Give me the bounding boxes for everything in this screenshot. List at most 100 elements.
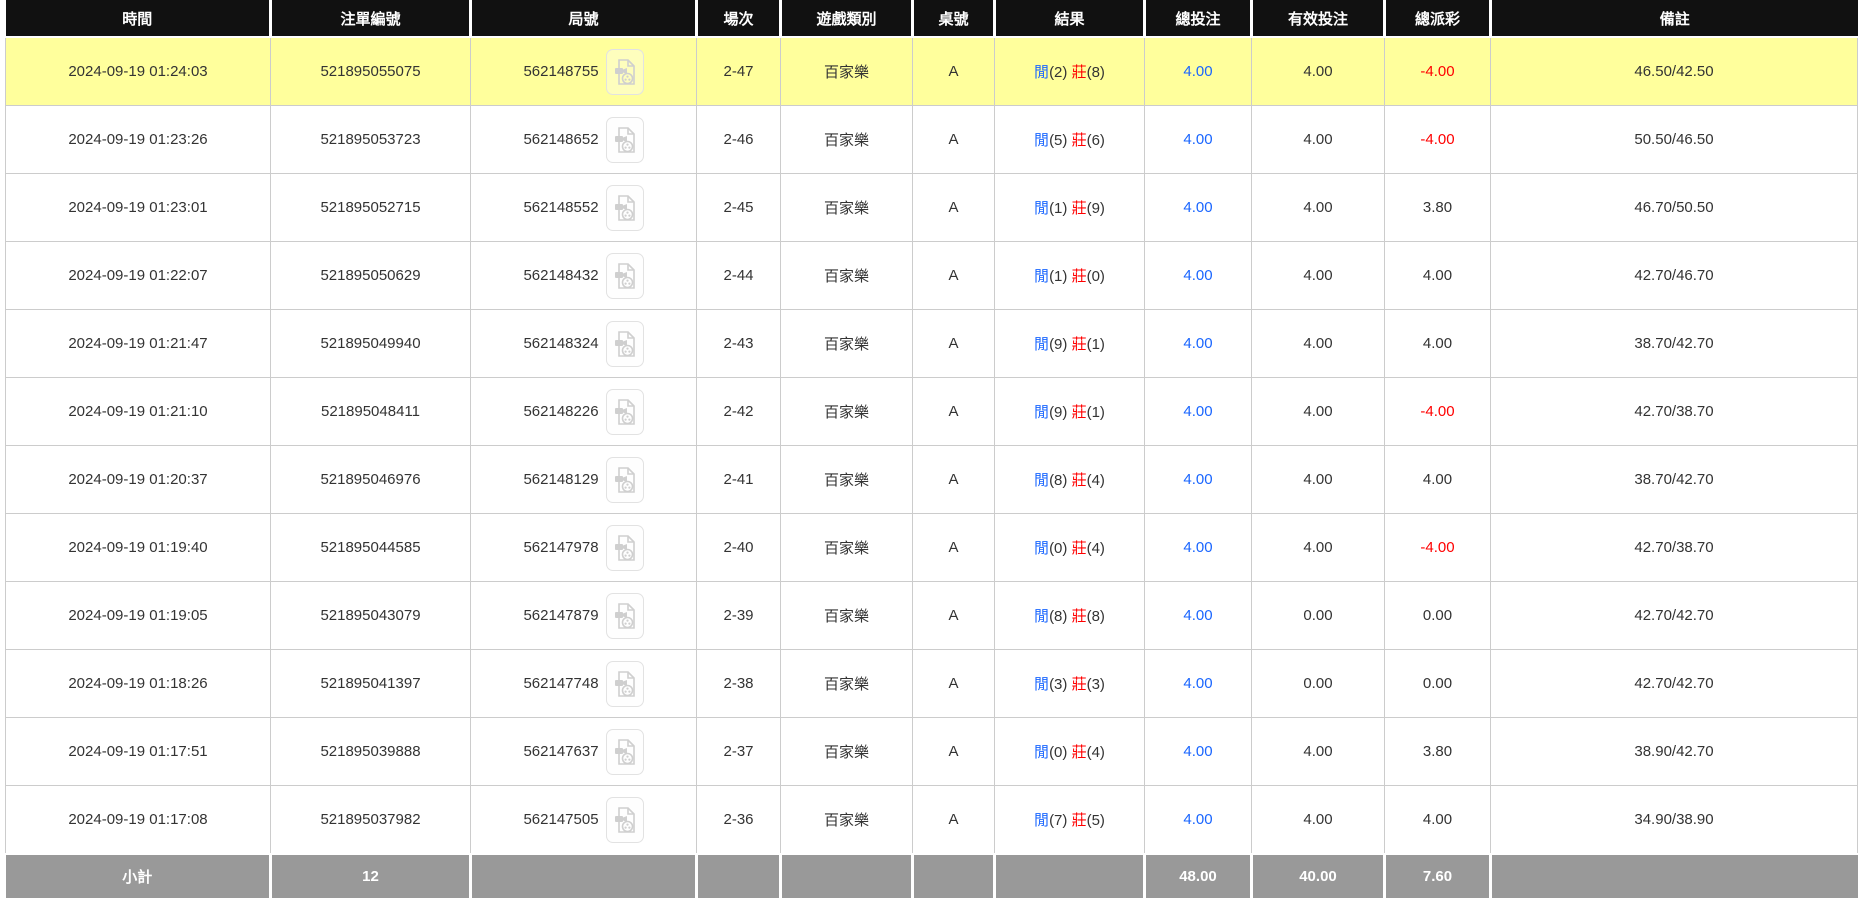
cell-bet-id: 521895043079: [270, 581, 471, 650]
cell-session: 2-40: [696, 513, 781, 582]
result-banker-score: (6): [1086, 132, 1105, 149]
cell-game-type: 百家樂: [780, 649, 913, 718]
cell-result: 閒(0) 莊(4): [994, 513, 1145, 582]
cell-valid-bet: 4.00: [1251, 445, 1385, 514]
bet-history-body: 2024-09-19 01:24:03 521895055075 5621487…: [5, 36, 1858, 855]
total-bet-link[interactable]: 4.00: [1183, 675, 1212, 692]
video-playback-button[interactable]: [605, 184, 644, 231]
cell-round-id: 562147748: [470, 649, 697, 718]
video-playback-button[interactable]: [605, 456, 644, 503]
cell-result: 閒(0) 莊(4): [994, 717, 1145, 786]
cell-total-bet: 4.00: [1144, 513, 1252, 582]
total-bet-link[interactable]: 4.00: [1183, 267, 1212, 284]
cell-bet-id: 521895044585: [270, 513, 471, 582]
video-playback-icon: [614, 126, 635, 153]
cell-payout: 4.00: [1384, 241, 1491, 310]
result-player-score: (8): [1049, 472, 1068, 489]
result-banker-score: (1): [1086, 404, 1105, 421]
cell-remark: 46.70/50.50: [1490, 173, 1858, 242]
cell-result: 閒(3) 莊(3): [994, 649, 1145, 718]
total-bet-link[interactable]: 4.00: [1183, 63, 1212, 80]
result-player-score: (3): [1049, 676, 1068, 693]
result-player-label: 閒: [1034, 336, 1050, 353]
col-header-time: 時間: [5, 0, 272, 38]
cell-total-bet: 4.00: [1144, 717, 1252, 786]
total-bet-link[interactable]: 4.00: [1183, 471, 1212, 488]
cell-payout: 4.00: [1384, 445, 1491, 514]
col-header-game-type: 遊戲類別: [780, 0, 914, 38]
video-playback-icon: [614, 194, 635, 221]
video-playback-button[interactable]: [605, 116, 644, 163]
cell-result: 閒(5) 莊(6): [994, 105, 1145, 174]
cell-table-no: A: [912, 377, 995, 446]
video-playback-button[interactable]: [605, 320, 644, 367]
footer-empty-game-type: [780, 853, 914, 898]
result-banker-label: 莊: [1071, 268, 1087, 285]
col-header-bet-id: 注單編號: [270, 0, 472, 38]
table-footer-row: 小計 12 48.00 40.00 7.60: [5, 853, 1858, 898]
result-player-score: (2): [1049, 64, 1068, 81]
cell-game-type: 百家樂: [780, 785, 913, 855]
footer-empty-session: [696, 853, 782, 898]
cell-game-type: 百家樂: [780, 105, 913, 174]
cell-bet-id: 521895052715: [270, 173, 471, 242]
cell-table-no: A: [912, 105, 995, 174]
video-playback-button[interactable]: [605, 48, 644, 95]
total-bet-link[interactable]: 4.00: [1183, 131, 1212, 148]
cell-bet-id: 521895037982: [270, 785, 471, 855]
total-bet-link[interactable]: 4.00: [1183, 199, 1212, 216]
col-header-round-id: 局號: [470, 0, 698, 38]
cell-total-bet: 4.00: [1144, 445, 1252, 514]
cell-total-bet: 4.00: [1144, 36, 1252, 106]
video-playback-button[interactable]: [605, 660, 644, 707]
cell-payout: -4.00: [1384, 36, 1491, 106]
video-playback-button[interactable]: [605, 524, 644, 571]
cell-game-type: 百家樂: [780, 445, 913, 514]
cell-round-id: 562148552: [470, 173, 697, 242]
bet-history-row: 2024-09-19 01:23:26 521895053723 5621486…: [5, 105, 1858, 174]
bet-history-table: 時間 注單編號 局號 場次 遊戲類別 桌號 結果 總投注 有效投注 總派彩 備註…: [5, 0, 1858, 898]
cell-time: 2024-09-19 01:24:03: [5, 36, 271, 106]
total-bet-link[interactable]: 4.00: [1183, 539, 1212, 556]
result-banker-label: 莊: [1071, 200, 1087, 217]
cell-time: 2024-09-19 01:21:10: [5, 377, 271, 446]
video-playback-button[interactable]: [605, 388, 644, 435]
cell-payout: 0.00: [1384, 581, 1491, 650]
video-playback-button[interactable]: [605, 592, 644, 639]
cell-valid-bet: 4.00: [1251, 377, 1385, 446]
cell-time: 2024-09-19 01:21:47: [5, 309, 271, 378]
bet-history-row: 2024-09-19 01:19:05 521895043079 5621478…: [5, 581, 1858, 650]
col-header-remark: 備註: [1490, 0, 1858, 38]
cell-session: 2-41: [696, 445, 781, 514]
total-bet-link[interactable]: 4.00: [1183, 811, 1212, 828]
cell-time: 2024-09-19 01:17:08: [5, 785, 271, 855]
footer-total-bet: 48.00: [1144, 853, 1253, 898]
cell-result: 閒(9) 莊(1): [994, 377, 1145, 446]
total-bet-link[interactable]: 4.00: [1183, 403, 1212, 420]
cell-valid-bet: 0.00: [1251, 581, 1385, 650]
total-bet-link[interactable]: 4.00: [1183, 335, 1212, 352]
col-header-total-bet: 總投注: [1144, 0, 1253, 38]
cell-bet-id: 521895049940: [270, 309, 471, 378]
total-bet-link[interactable]: 4.00: [1183, 743, 1212, 760]
cell-remark: 50.50/46.50: [1490, 105, 1858, 174]
cell-valid-bet: 4.00: [1251, 717, 1385, 786]
result-banker-score: (1): [1086, 336, 1105, 353]
video-playback-button[interactable]: [605, 796, 644, 843]
cell-total-bet: 4.00: [1144, 309, 1252, 378]
cell-session: 2-44: [696, 241, 781, 310]
video-playback-button[interactable]: [605, 728, 644, 775]
cell-bet-id: 521895046976: [270, 445, 471, 514]
result-player-label: 閒: [1034, 608, 1050, 625]
cell-time: 2024-09-19 01:18:26: [5, 649, 271, 718]
cell-game-type: 百家樂: [780, 36, 913, 106]
result-player-label: 閒: [1034, 472, 1050, 489]
cell-total-bet: 4.00: [1144, 377, 1252, 446]
cell-bet-id: 521895053723: [270, 105, 471, 174]
cell-time: 2024-09-19 01:23:26: [5, 105, 271, 174]
cell-round-id: 562148652: [470, 105, 697, 174]
cell-game-type: 百家樂: [780, 241, 913, 310]
cell-session: 2-47: [696, 36, 781, 106]
video-playback-button[interactable]: [605, 252, 644, 299]
total-bet-link[interactable]: 4.00: [1183, 607, 1212, 624]
